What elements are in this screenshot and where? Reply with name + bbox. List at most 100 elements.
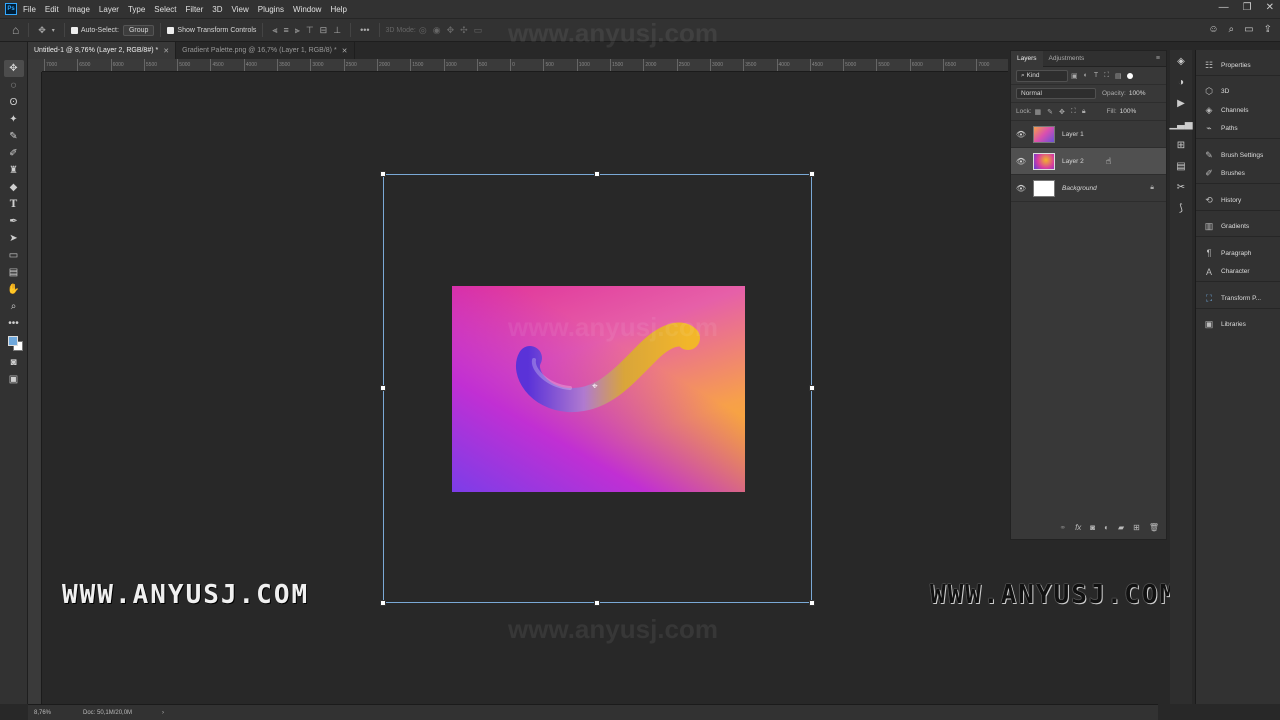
menu-edit[interactable]: Edit: [45, 5, 59, 14]
visibility-eye-icon[interactable]: 👁︎: [1015, 157, 1027, 166]
move-tool-icon[interactable]: ✥: [3, 60, 24, 77]
color-panel-icon[interactable]: ◑: [1178, 77, 1184, 88]
transform-handle-top-left[interactable]: [380, 171, 386, 177]
home-icon[interactable]: ⌂: [12, 23, 19, 37]
search-icon[interactable]: ⌕: [1229, 24, 1235, 35]
transform-handle-bottom[interactable]: [594, 600, 600, 606]
filter-shape-icon[interactable]: ⛶: [1104, 72, 1109, 80]
layer-row-layer-2[interactable]: 👁︎ Layer 2 ☝︎: [1011, 148, 1166, 175]
link-layers-icon[interactable]: ⚭: [1059, 523, 1066, 532]
menu-image[interactable]: Image: [68, 5, 90, 14]
panel-transform[interactable]: ⛶ Transform P...: [1196, 289, 1280, 308]
opacity-input[interactable]: 100%: [1129, 90, 1146, 97]
transform-handle-bottom-right[interactable]: [809, 600, 815, 606]
zoom-tool-icon[interactable]: ⌕: [4, 298, 24, 315]
move-tool-icon[interactable]: ✥: [38, 25, 46, 36]
photoshop-logo[interactable]: Ps: [5, 3, 17, 15]
adjustment-layer-icon[interactable]: ◐: [1104, 523, 1109, 532]
reference-point-icon[interactable]: ⌖: [592, 381, 598, 392]
menu-filter[interactable]: Filter: [186, 5, 204, 14]
panel-libraries[interactable]: ▣ Libraries: [1196, 316, 1280, 335]
type-tool-icon[interactable]: T: [4, 196, 24, 213]
screen-mode-icon[interactable]: ▣: [4, 371, 24, 388]
lock-transparent-icon[interactable]: ▦: [1035, 108, 1042, 116]
panel-history[interactable]: ⟲ History: [1196, 191, 1280, 210]
transform-handle-left[interactable]: [380, 385, 386, 391]
close-icon[interactable]: ✕: [342, 47, 348, 55]
visibility-eye-icon[interactable]: 👁︎: [1015, 184, 1027, 193]
tools-preset-icon[interactable]: ✂: [1177, 182, 1185, 193]
panel-paragraph[interactable]: ¶ Paragraph: [1196, 244, 1280, 263]
layers-panel-icon[interactable]: ◈: [1177, 56, 1185, 67]
panel-paths[interactable]: ⌁ Paths: [1196, 120, 1280, 139]
menu-layer[interactable]: Layer: [99, 5, 119, 14]
eraser-tool-icon[interactable]: ◆: [4, 179, 24, 196]
foreground-color-swatch[interactable]: [7, 336, 18, 346]
brush-tool-icon[interactable]: ✐: [4, 145, 24, 162]
layer-row-background[interactable]: 👁︎ Background 🔒︎: [1011, 175, 1166, 202]
3d-scale-icon[interactable]: ▭: [474, 25, 483, 36]
histogram-icon[interactable]: ▁▃▅: [1169, 119, 1192, 130]
more-tools-icon[interactable]: •••: [4, 315, 24, 332]
lock-pixels-icon[interactable]: ✎: [1047, 108, 1053, 116]
lasso-tool-icon[interactable]: ʘ: [4, 94, 24, 111]
3d-slide-icon[interactable]: ✣: [460, 25, 468, 36]
panel-channels[interactable]: ◈ Channels: [1196, 101, 1280, 120]
panel-properties[interactable]: ☷ Properties: [1196, 56, 1280, 75]
menu-view[interactable]: View: [232, 5, 249, 14]
panel-3d[interactable]: ⬡ 3D: [1196, 83, 1280, 102]
lock-artboard-icon[interactable]: ⛶: [1071, 108, 1076, 116]
blend-mode-dropdown[interactable]: Normal: [1016, 88, 1096, 99]
tab-gradient-palette[interactable]: Gradient Palette.png @ 16,7% (Layer 1, R…: [176, 42, 355, 59]
close-icon[interactable]: ✕: [163, 47, 169, 55]
3d-pan-icon[interactable]: ✥: [447, 25, 455, 36]
menu-plugins[interactable]: Plugins: [258, 5, 284, 14]
glyphs-icon[interactable]: ⟆: [1179, 203, 1183, 214]
restore-icon[interactable]: ❐: [1243, 2, 1252, 13]
layer-row-layer-1[interactable]: 👁︎ Layer 1: [1011, 121, 1166, 148]
transform-bounding-box[interactable]: ⌖: [380, 171, 815, 606]
add-mask-icon[interactable]: ◙: [1090, 523, 1095, 532]
align-top-icon[interactable]: ⊤: [306, 25, 314, 36]
color-swatches[interactable]: [4, 332, 24, 354]
menu-file[interactable]: File: [23, 5, 36, 14]
transform-handle-top[interactable]: [594, 171, 600, 177]
close-icon[interactable]: ✕: [1266, 2, 1274, 13]
lock-position-icon[interactable]: ✥: [1059, 108, 1065, 116]
minimize-icon[interactable]: —: [1219, 2, 1229, 13]
layer-name[interactable]: Background: [1062, 185, 1097, 192]
3d-orbit-icon[interactable]: ◎: [419, 25, 427, 36]
transform-handle-right[interactable]: [809, 385, 815, 391]
adjustments-icon[interactable]: ⊞: [1177, 140, 1185, 151]
align-left-icon[interactable]: ⫷: [272, 25, 277, 36]
transform-handle-top-right[interactable]: [809, 171, 815, 177]
filter-adjustment-icon[interactable]: ◐: [1084, 72, 1088, 79]
filter-type-icon[interactable]: T: [1094, 72, 1098, 79]
lock-icon[interactable]: 🔒︎: [1150, 184, 1154, 192]
play-actions-icon[interactable]: ▶: [1177, 98, 1185, 109]
share-document-icon[interactable]: ⇪: [1264, 24, 1272, 35]
auto-select-target-dropdown[interactable]: Group: [122, 24, 155, 36]
filter-kind-dropdown[interactable]: ⌕ Kind: [1016, 69, 1068, 82]
lock-all-icon[interactable]: 🔒︎: [1082, 108, 1086, 116]
filter-smart-object-icon[interactable]: ▤: [1115, 72, 1122, 80]
panel-brushes[interactable]: ✐ Brushes: [1196, 165, 1280, 184]
chevron-down-icon[interactable]: ▾: [52, 27, 55, 34]
marquee-tool-icon[interactable]: ◌: [4, 77, 24, 94]
quick-mask-icon[interactable]: ◙: [4, 354, 24, 371]
align-right-icon[interactable]: ⫸: [295, 25, 300, 36]
transform-handle-bottom-left[interactable]: [380, 600, 386, 606]
menu-help[interactable]: Help: [330, 5, 346, 14]
align-center-icon[interactable]: ≡: [283, 25, 288, 35]
share-icon[interactable]: ☺: [1208, 24, 1218, 35]
chevron-right-icon[interactable]: ›: [162, 710, 164, 716]
workspace-icon[interactable]: ▭: [1244, 24, 1253, 35]
hand-tool-icon[interactable]: ✋: [4, 281, 24, 298]
layer-name[interactable]: Layer 2: [1062, 158, 1084, 165]
gradient-tool-icon[interactable]: ▤: [4, 264, 24, 281]
layer-name[interactable]: Layer 1: [1062, 131, 1084, 138]
zoom-level[interactable]: 8,76%: [34, 710, 51, 716]
panel-menu-icon[interactable]: ≡: [1156, 55, 1160, 62]
layer-style-icon[interactable]: fx: [1075, 523, 1081, 532]
tab-adjustments[interactable]: Adjustments: [1043, 51, 1091, 67]
